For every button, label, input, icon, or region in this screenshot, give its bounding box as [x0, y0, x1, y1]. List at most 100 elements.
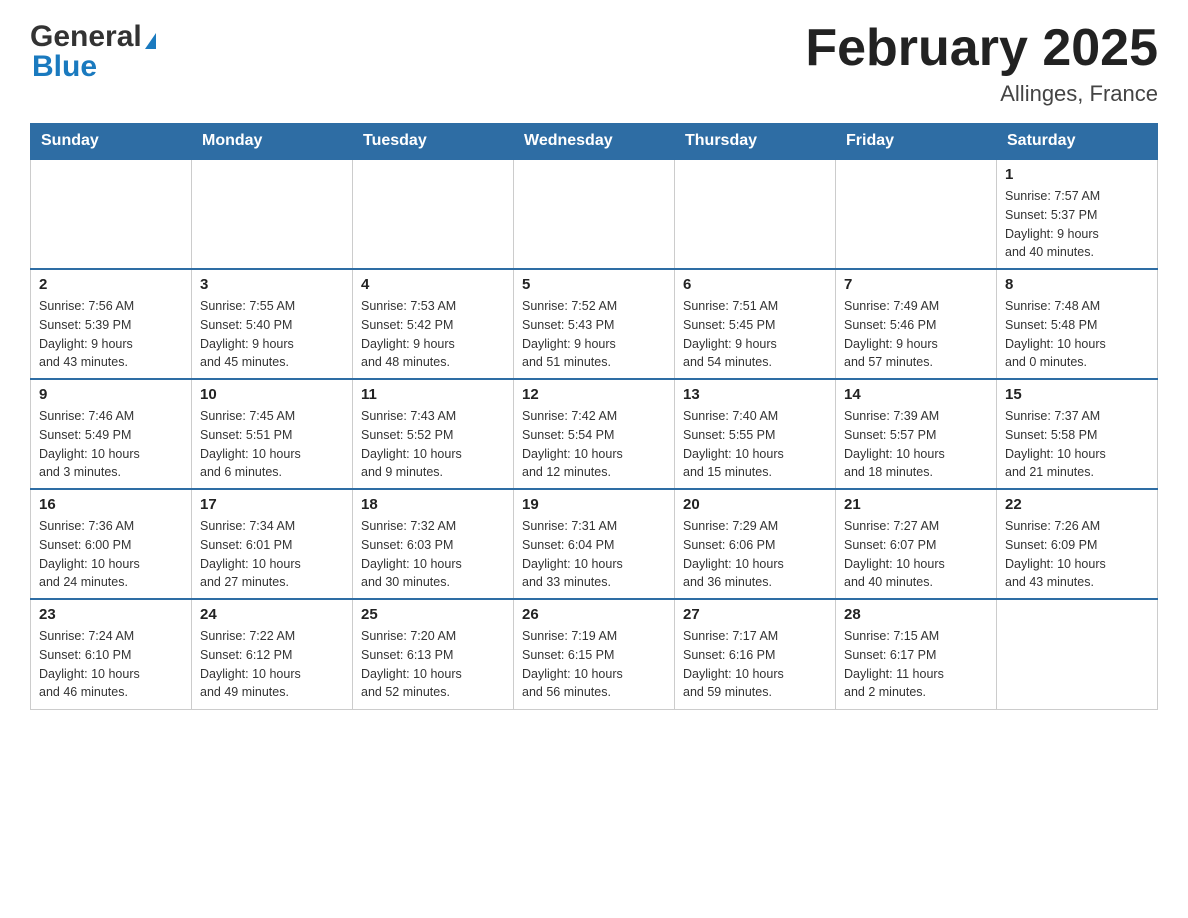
calendar-day-cell	[353, 159, 514, 269]
day-info: Sunrise: 7:19 AM Sunset: 6:15 PM Dayligh…	[522, 627, 666, 702]
day-number: 20	[683, 496, 827, 513]
calendar-week-row: 9 Sunrise: 7:46 AM Sunset: 5:49 PM Daylig…	[31, 379, 1158, 489]
day-number: 26	[522, 606, 666, 623]
day-info: Sunrise: 7:45 AM Sunset: 5:51 PM Dayligh…	[200, 407, 344, 482]
day-number: 12	[522, 386, 666, 403]
header-row: Sunday Monday Tuesday Wednesday Thursday…	[31, 124, 1158, 160]
day-number: 23	[39, 606, 183, 623]
calendar-day-cell: 20 Sunrise: 7:29 AM Sunset: 6:06 PM Dayli…	[675, 489, 836, 599]
day-info: Sunrise: 7:53 AM Sunset: 5:42 PM Dayligh…	[361, 297, 505, 372]
day-info: Sunrise: 7:32 AM Sunset: 6:03 PM Dayligh…	[361, 517, 505, 592]
day-number: 17	[200, 496, 344, 513]
page-header: General Blue February 2025 Allinges, Fra…	[30, 20, 1158, 107]
day-number: 7	[844, 276, 988, 293]
calendar-day-cell	[192, 159, 353, 269]
header-saturday: Saturday	[997, 124, 1158, 160]
calendar-day-cell: 12Sunrise: 7:42 AM Sunset: 5:54 PM Dayli…	[514, 379, 675, 489]
logo: General Blue	[30, 20, 156, 84]
calendar-day-cell: 28 Sunrise: 7:15 AM Sunset: 6:17 PM Dayli…	[836, 599, 997, 709]
calendar-day-cell	[836, 159, 997, 269]
logo-blue-text: Blue	[30, 50, 97, 84]
day-number: 21	[844, 496, 988, 513]
day-info: Sunrise: 7:39 AM Sunset: 5:57 PM Dayligh…	[844, 407, 988, 482]
day-info: Sunrise: 7:22 AM Sunset: 6:12 PM Dayligh…	[200, 627, 344, 702]
day-number: 22	[1005, 496, 1149, 513]
day-number: 2	[39, 276, 183, 293]
day-info: Sunrise: 7:51 AM Sunset: 5:45 PM Dayligh…	[683, 297, 827, 372]
day-info: Sunrise: 7:57 AM Sunset: 5:37 PM Dayligh…	[1005, 187, 1149, 262]
calendar-day-cell: 6 Sunrise: 7:51 AM Sunset: 5:45 PM Daylig…	[675, 269, 836, 379]
header-friday: Friday	[836, 124, 997, 160]
day-number: 19	[522, 496, 666, 513]
calendar-day-cell	[514, 159, 675, 269]
day-info: Sunrise: 7:34 AM Sunset: 6:01 PM Dayligh…	[200, 517, 344, 592]
calendar-day-cell: 7 Sunrise: 7:49 AM Sunset: 5:46 PM Daylig…	[836, 269, 997, 379]
calendar-location: Allinges, France	[805, 81, 1158, 107]
day-info: Sunrise: 7:36 AM Sunset: 6:00 PM Dayligh…	[39, 517, 183, 592]
calendar-body: 1 Sunrise: 7:57 AM Sunset: 5:37 PM Daylig…	[31, 159, 1158, 709]
calendar-day-cell: 19 Sunrise: 7:31 AM Sunset: 6:04 PM Dayli…	[514, 489, 675, 599]
day-number: 14	[844, 386, 988, 403]
calendar-day-cell: 22 Sunrise: 7:26 AM Sunset: 6:09 PM Dayli…	[997, 489, 1158, 599]
day-info: Sunrise: 7:27 AM Sunset: 6:07 PM Dayligh…	[844, 517, 988, 592]
day-info: Sunrise: 7:55 AM Sunset: 5:40 PM Dayligh…	[200, 297, 344, 372]
day-info: Sunrise: 7:31 AM Sunset: 6:04 PM Dayligh…	[522, 517, 666, 592]
day-number: 28	[844, 606, 988, 623]
day-info: Sunrise: 7:29 AM Sunset: 6:06 PM Dayligh…	[683, 517, 827, 592]
calendar-header: Sunday Monday Tuesday Wednesday Thursday…	[31, 124, 1158, 160]
calendar-day-cell: 15Sunrise: 7:37 AM Sunset: 5:58 PM Dayli…	[997, 379, 1158, 489]
day-number: 24	[200, 606, 344, 623]
calendar-day-cell: 5 Sunrise: 7:52 AM Sunset: 5:43 PM Daylig…	[514, 269, 675, 379]
day-number: 18	[361, 496, 505, 513]
calendar-week-row: 1 Sunrise: 7:57 AM Sunset: 5:37 PM Daylig…	[31, 159, 1158, 269]
day-info: Sunrise: 7:26 AM Sunset: 6:09 PM Dayligh…	[1005, 517, 1149, 592]
day-info: Sunrise: 7:20 AM Sunset: 6:13 PM Dayligh…	[361, 627, 505, 702]
calendar-day-cell: 14 Sunrise: 7:39 AM Sunset: 5:57 PM Dayli…	[836, 379, 997, 489]
day-number: 25	[361, 606, 505, 623]
calendar-day-cell: 26 Sunrise: 7:19 AM Sunset: 6:15 PM Dayli…	[514, 599, 675, 709]
day-number: 10	[200, 386, 344, 403]
day-info: Sunrise: 7:48 AM Sunset: 5:48 PM Dayligh…	[1005, 297, 1149, 372]
day-info: Sunrise: 7:17 AM Sunset: 6:16 PM Dayligh…	[683, 627, 827, 702]
calendar-week-row: 2 Sunrise: 7:56 AM Sunset: 5:39 PM Daylig…	[31, 269, 1158, 379]
day-number: 9	[39, 386, 183, 403]
logo-general-text: General	[30, 20, 142, 54]
header-wednesday: Wednesday	[514, 124, 675, 160]
calendar-title: February 2025	[805, 20, 1158, 77]
calendar-table: Sunday Monday Tuesday Wednesday Thursday…	[30, 123, 1158, 710]
calendar-week-row: 16Sunrise: 7:36 AM Sunset: 6:00 PM Dayli…	[31, 489, 1158, 599]
header-tuesday: Tuesday	[353, 124, 514, 160]
day-info: Sunrise: 7:52 AM Sunset: 5:43 PM Dayligh…	[522, 297, 666, 372]
header-sunday: Sunday	[31, 124, 192, 160]
header-thursday: Thursday	[675, 124, 836, 160]
day-info: Sunrise: 7:40 AM Sunset: 5:55 PM Dayligh…	[683, 407, 827, 482]
calendar-day-cell: 25 Sunrise: 7:20 AM Sunset: 6:13 PM Dayli…	[353, 599, 514, 709]
calendar-day-cell: 17 Sunrise: 7:34 AM Sunset: 6:01 PM Dayli…	[192, 489, 353, 599]
calendar-day-cell: 10 Sunrise: 7:45 AM Sunset: 5:51 PM Dayli…	[192, 379, 353, 489]
calendar-day-cell: 2 Sunrise: 7:56 AM Sunset: 5:39 PM Daylig…	[31, 269, 192, 379]
day-number: 1	[1005, 166, 1149, 183]
day-info: Sunrise: 7:49 AM Sunset: 5:46 PM Dayligh…	[844, 297, 988, 372]
day-number: 11	[361, 386, 505, 403]
calendar-week-row: 23 Sunrise: 7:24 AM Sunset: 6:10 PM Dayli…	[31, 599, 1158, 709]
calendar-day-cell: 27Sunrise: 7:17 AM Sunset: 6:16 PM Dayli…	[675, 599, 836, 709]
day-info: Sunrise: 7:46 AM Sunset: 5:49 PM Dayligh…	[39, 407, 183, 482]
day-info: Sunrise: 7:24 AM Sunset: 6:10 PM Dayligh…	[39, 627, 183, 702]
calendar-day-cell: 11 Sunrise: 7:43 AM Sunset: 5:52 PM Dayli…	[353, 379, 514, 489]
calendar-day-cell: 21 Sunrise: 7:27 AM Sunset: 6:07 PM Dayli…	[836, 489, 997, 599]
calendar-day-cell: 1 Sunrise: 7:57 AM Sunset: 5:37 PM Daylig…	[997, 159, 1158, 269]
calendar-day-cell	[31, 159, 192, 269]
calendar-day-cell	[997, 599, 1158, 709]
day-info: Sunrise: 7:43 AM Sunset: 5:52 PM Dayligh…	[361, 407, 505, 482]
day-number: 6	[683, 276, 827, 293]
day-number: 15	[1005, 386, 1149, 403]
calendar-day-cell: 9 Sunrise: 7:46 AM Sunset: 5:49 PM Daylig…	[31, 379, 192, 489]
day-number: 5	[522, 276, 666, 293]
calendar-day-cell	[675, 159, 836, 269]
day-info: Sunrise: 7:56 AM Sunset: 5:39 PM Dayligh…	[39, 297, 183, 372]
calendar-day-cell: 13 Sunrise: 7:40 AM Sunset: 5:55 PM Dayli…	[675, 379, 836, 489]
calendar-day-cell: 24 Sunrise: 7:22 AM Sunset: 6:12 PM Dayli…	[192, 599, 353, 709]
day-info: Sunrise: 7:15 AM Sunset: 6:17 PM Dayligh…	[844, 627, 988, 702]
day-number: 4	[361, 276, 505, 293]
day-number: 13	[683, 386, 827, 403]
